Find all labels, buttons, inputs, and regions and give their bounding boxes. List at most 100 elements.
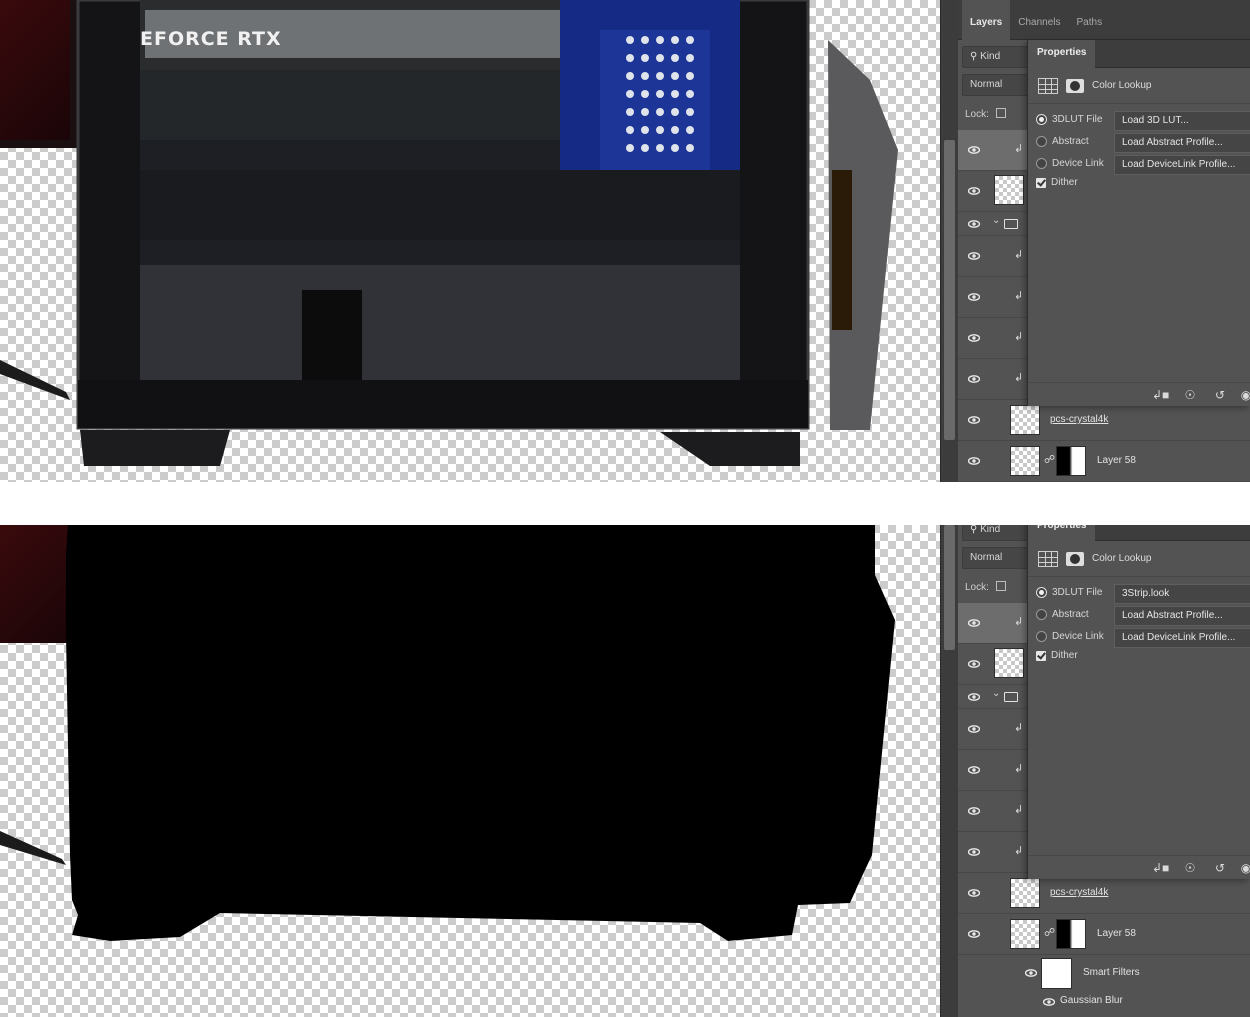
chain-link-icon[interactable]: ☍ xyxy=(1044,453,1055,466)
scroll-thumb[interactable] xyxy=(944,140,955,440)
dropdown-3dlut[interactable]: 3Strip.look xyxy=(1114,584,1250,604)
radio-icon[interactable] xyxy=(1036,114,1047,125)
eye-icon[interactable] xyxy=(968,332,980,344)
checkbox-icon[interactable] xyxy=(1036,177,1046,188)
filter-kind-select[interactable]: ⚲ Kind xyxy=(962,525,1030,541)
chain-link-icon[interactable]: ☍ xyxy=(1044,926,1055,939)
radio-icon[interactable] xyxy=(1036,136,1047,147)
option-dither: Dither xyxy=(1028,176,1250,194)
document-canvas[interactable] xyxy=(0,525,940,1017)
tab-properties[interactable]: Properties xyxy=(1028,525,1096,541)
blend-mode-select[interactable]: Normal xyxy=(962,547,1030,569)
canvas-scrollbar[interactable] xyxy=(940,0,958,482)
reset-icon[interactable]: ↺ xyxy=(1212,388,1228,402)
reset-icon[interactable]: ↺ xyxy=(1212,861,1228,875)
radio-3dlut[interactable]: 3DLUT File xyxy=(1036,114,1102,125)
screenshot-after: ⚲ Kind Normal Lock: ↲ ⌄ ↲ ↲ ↲ ↲ pcs-crys… xyxy=(0,525,1250,1017)
layer-thumbnail xyxy=(1010,919,1040,949)
visibility-eye-icon[interactable]: ◉ xyxy=(1238,861,1250,875)
dropdown-abstract[interactable]: Load Abstract Profile... xyxy=(1114,606,1250,626)
radio-3dlut[interactable]: 3DLUT File xyxy=(1036,587,1102,598)
adjustment-grid-icon[interactable] xyxy=(1038,77,1058,94)
eye-icon[interactable] xyxy=(968,691,980,703)
eye-icon[interactable] xyxy=(968,373,980,385)
dither-checkbox[interactable]: Dither xyxy=(1036,177,1078,188)
tab-channels[interactable]: Channels xyxy=(1010,0,1068,40)
eye-icon[interactable] xyxy=(1043,996,1055,1008)
canvas-scrollbar[interactable] xyxy=(940,525,958,1017)
radio-icon[interactable] xyxy=(1036,631,1047,642)
layer-row-pcs-crystal4k[interactable]: pcs-crystal4k xyxy=(958,400,1250,441)
visibility-eye-icon[interactable]: ◉ xyxy=(1238,388,1250,402)
blend-mode-label: Normal xyxy=(970,552,1003,563)
checkbox-icon[interactable] xyxy=(1036,650,1046,661)
eye-icon[interactable] xyxy=(968,658,980,670)
properties-panel: Properties Color Lookup 3DLUT File Load … xyxy=(1027,40,1250,406)
adjustment-title: Color Lookup xyxy=(1092,553,1152,564)
eye-icon[interactable] xyxy=(968,250,980,262)
option-device-link: Device Link Load DeviceLink Profile... xyxy=(1028,154,1250,176)
eye-icon[interactable] xyxy=(968,617,980,629)
clip-to-layer-icon[interactable]: ↲■ xyxy=(1152,388,1169,402)
clip-to-layer-icon[interactable]: ↲■ xyxy=(1152,861,1169,875)
eye-icon[interactable] xyxy=(968,928,980,940)
pc-case-image xyxy=(76,0,898,466)
layer-row-pcs-crystal4k[interactable]: pcs-crystal4k xyxy=(958,873,1250,914)
tab-paths[interactable]: Paths xyxy=(1069,0,1111,40)
eye-icon[interactable] xyxy=(968,723,980,735)
eye-icon[interactable] xyxy=(968,185,980,197)
mask-icon[interactable] xyxy=(1066,78,1084,93)
eye-icon[interactable] xyxy=(968,805,980,817)
radio-abstract[interactable]: Abstract xyxy=(1036,609,1089,620)
filter-kind-select[interactable]: ⚲ Kind xyxy=(962,46,1030,68)
eye-icon[interactable] xyxy=(968,218,980,230)
blend-mode-select[interactable]: Normal xyxy=(962,74,1030,96)
eye-icon[interactable] xyxy=(968,887,980,899)
layer-row-gaussian-blur[interactable]: Gaussian Blur xyxy=(958,991,1250,1017)
eye-icon[interactable] xyxy=(968,414,980,426)
layer-name: pcs-crystal4k xyxy=(1050,887,1109,898)
option-label: 3DLUT File xyxy=(1052,114,1103,125)
dropdown-3dlut[interactable]: Load 3D LUT... xyxy=(1114,111,1250,131)
eye-icon[interactable] xyxy=(968,455,980,467)
radio-abstract[interactable]: Abstract xyxy=(1036,136,1089,147)
properties-panel: Properties Color Lookup 3DLUT File 3Stri… xyxy=(1027,525,1250,879)
layer-row-layer-58[interactable]: ☍ Layer 58 xyxy=(958,914,1250,955)
layer-mask-thumbnail[interactable] xyxy=(1056,919,1086,949)
eye-icon[interactable] xyxy=(968,291,980,303)
view-previous-state-icon[interactable]: ☉ xyxy=(1182,861,1198,875)
eye-icon[interactable] xyxy=(968,846,980,858)
adjustment-grid-icon[interactable] xyxy=(1038,550,1058,567)
dropdown-abstract[interactable]: Load Abstract Profile... xyxy=(1114,133,1250,153)
layer-name: Layer 58 xyxy=(1097,455,1136,466)
filter-kind-label: Kind xyxy=(980,525,1001,535)
eye-icon[interactable] xyxy=(1025,967,1037,979)
radio-icon[interactable] xyxy=(1036,587,1047,598)
smart-filter-mask-thumbnail[interactable] xyxy=(1041,958,1072,989)
document-canvas[interactable]: EFORCE RTX xyxy=(0,0,940,482)
option-device-link: Device Link Load DeviceLink Profile... xyxy=(1028,627,1250,649)
radio-icon[interactable] xyxy=(1036,609,1047,620)
lock-checker-icon[interactable] xyxy=(995,581,1006,591)
dropdown-device-link[interactable]: Load DeviceLink Profile... xyxy=(1114,628,1250,648)
radio-icon[interactable] xyxy=(1036,158,1047,169)
scroll-thumb[interactable] xyxy=(944,525,955,650)
chevron-down-icon[interactable]: ⌄ xyxy=(992,688,1000,699)
layer-mask-thumbnail[interactable] xyxy=(1056,446,1086,476)
layer-row-layer-58[interactable]: ☍ Layer 58 xyxy=(958,441,1250,482)
option-label: Device Link xyxy=(1052,158,1104,169)
dropdown-device-link[interactable]: Load DeviceLink Profile... xyxy=(1114,155,1250,175)
dither-checkbox[interactable]: Dither xyxy=(1036,650,1078,661)
mask-icon[interactable] xyxy=(1066,551,1084,566)
radio-device-link[interactable]: Device Link xyxy=(1036,631,1104,642)
clipping-arrow-icon: ↲ xyxy=(1014,763,1024,775)
eye-icon[interactable] xyxy=(968,764,980,776)
tab-properties[interactable]: Properties xyxy=(1028,40,1096,68)
eye-icon[interactable] xyxy=(968,144,980,156)
tab-layers[interactable]: Layers xyxy=(962,0,1011,40)
view-previous-state-icon[interactable]: ☉ xyxy=(1182,388,1198,402)
chevron-down-icon[interactable]: ⌄ xyxy=(992,215,1000,226)
radio-device-link[interactable]: Device Link xyxy=(1036,158,1104,169)
layer-row-smart-filters[interactable]: Smart Filters xyxy=(958,955,1250,991)
lock-checker-icon[interactable] xyxy=(995,108,1006,118)
